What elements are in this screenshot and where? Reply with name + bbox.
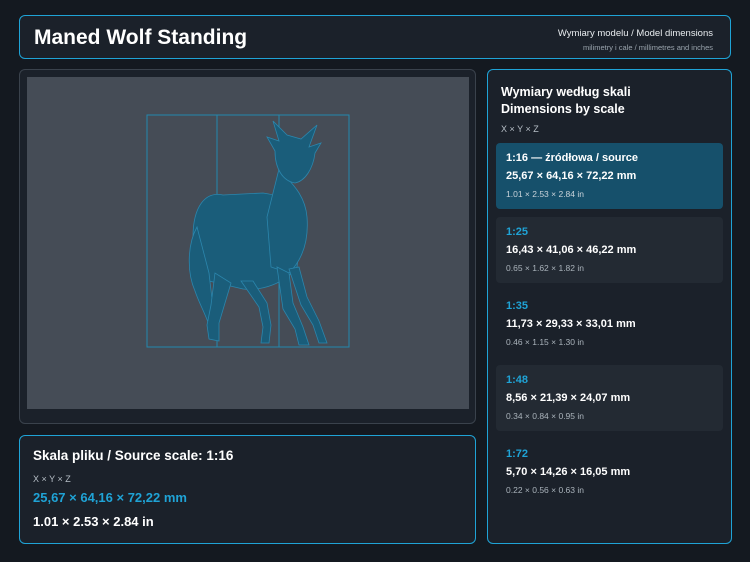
source-scale-panel: Skala pliku / Source scale: 1:16 X × Y ×… xyxy=(19,435,476,544)
scale-label: 1:25 xyxy=(506,226,529,238)
scale-option-1-25[interactable]: 1:25 16,43 × 41,06 × 46,22 mm 0.65 × 1.6… xyxy=(496,217,723,283)
scales-axes-label: X × Y × Z xyxy=(501,124,539,134)
source-scale-title: Skala pliku / Source scale: 1:16 xyxy=(33,448,234,463)
wolf-model-icon xyxy=(188,120,328,346)
scale-dimensions-in: 0.22 × 0.56 × 0.63 in xyxy=(506,485,584,495)
scales-panel: Wymiary według skali Dimensions by scale… xyxy=(487,69,732,544)
model-viewer xyxy=(19,69,476,424)
scale-dimensions-in: 0.65 × 1.62 × 1.82 in xyxy=(506,263,584,273)
source-dimensions-mm: 25,67 × 64,16 × 72,22 mm xyxy=(33,490,187,505)
scale-label: 1:72 xyxy=(506,448,529,460)
scale-dimensions-mm: 5,70 × 14,26 × 16,05 mm xyxy=(506,466,631,478)
scale-dimensions-in: 0.46 × 1.15 × 1.30 in xyxy=(506,337,584,347)
source-axes-label: X × Y × Z xyxy=(33,474,71,484)
scales-title-en: Dimensions by scale xyxy=(501,102,625,116)
scale-dimensions-in: 1.01 × 2.53 × 2.84 in xyxy=(506,189,584,199)
scale-dimensions-mm: 16,43 × 41,06 × 46,22 mm xyxy=(506,244,637,256)
scale-label: 1:16 — źródłowa / source xyxy=(506,152,639,164)
scale-option-1-35[interactable]: 1:35 11,73 × 29,33 × 33,01 mm 0.46 × 1.1… xyxy=(496,291,723,357)
header: Maned Wolf Standing Wymiary modelu / Mod… xyxy=(19,15,731,59)
scale-option-1-48[interactable]: 1:48 8,56 × 21,39 × 24,07 mm 0.34 × 0.84… xyxy=(496,365,723,431)
scale-dimensions-mm: 8,56 × 21,39 × 24,07 mm xyxy=(506,392,631,404)
scale-dimensions-in: 0.34 × 0.84 × 0.95 in xyxy=(506,411,584,421)
scales-title-pl: Wymiary według skali xyxy=(501,85,631,99)
scale-option-1-16[interactable]: 1:16 — źródłowa / source 25,67 × 64,16 ×… xyxy=(496,143,723,209)
viewport-canvas xyxy=(146,114,350,348)
source-dimensions-in: 1.01 × 2.53 × 2.84 in xyxy=(33,514,154,529)
scale-label: 1:48 xyxy=(506,374,529,386)
scale-dimensions-mm: 11,73 × 29,33 × 33,01 mm xyxy=(506,318,636,330)
page-title: Maned Wolf Standing xyxy=(34,26,248,49)
scale-label: 1:35 xyxy=(506,300,529,312)
model-viewport[interactable] xyxy=(27,77,469,409)
scale-option-1-72[interactable]: 1:72 5,70 × 14,26 × 16,05 mm 0.22 × 0.56… xyxy=(496,439,723,505)
scale-dimensions-mm: 25,67 × 64,16 × 72,22 mm xyxy=(506,170,637,182)
header-caption: milimetry i cale / millimetres and inche… xyxy=(582,43,713,52)
header-subtitle: Wymiary modelu / Model dimensions xyxy=(557,28,713,39)
scales-title: Wymiary według skali Dimensions by scale xyxy=(501,84,631,118)
